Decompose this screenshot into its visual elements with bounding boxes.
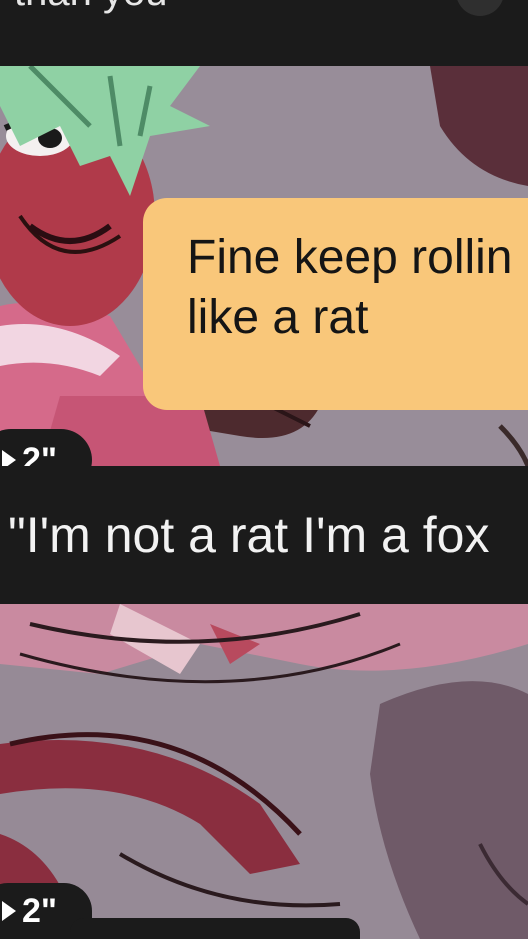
speech-line: Fine keep rollin [187, 231, 513, 284]
next-caption-bar [70, 918, 360, 939]
avatar[interactable] [456, 0, 504, 16]
duration-text: 2" [22, 891, 58, 930]
caption-bar: "I'm not a rat I'm a fox [0, 466, 528, 604]
speech-bubble: Fine keep rollin like a rat [143, 198, 528, 410]
top-caption-text: than you [14, 0, 167, 15]
play-icon [2, 901, 16, 921]
caption-text: "I'm not a rat I'm a fox [8, 507, 490, 563]
top-caption-bar: than you [0, 0, 528, 66]
comic-panel-1[interactable]: Fine keep rollin like a rat [0, 66, 528, 466]
speech-line: like a rat [187, 291, 369, 344]
